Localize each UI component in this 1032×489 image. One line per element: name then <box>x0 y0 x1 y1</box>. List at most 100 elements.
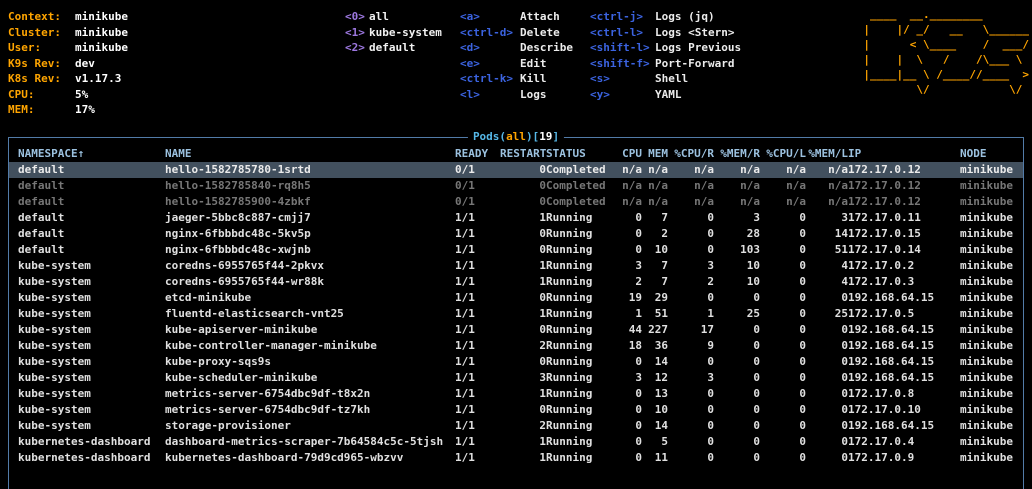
menu-item[interactable]: <shift-f> Port-Forward <box>590 56 741 72</box>
table-row[interactable]: default nginx-6fbbbdc48c-xwjnb 1/1 0 Running… <box>9 242 1023 258</box>
menu-item[interactable]: <a> Attach <box>460 9 573 25</box>
table-row[interactable]: kube-system kube-apiserver-minikube 1/1 0 Ru… <box>9 322 1023 338</box>
table-cell: 19 <box>628 291 642 304</box>
table-cell: 0 <box>539 195 546 208</box>
table-row[interactable]: default jaeger-5bbc8c887-cmjj7 1/1 1 Running… <box>9 210 1023 226</box>
column-header-mem: MEM <box>648 147 668 160</box>
table-cell: 44 <box>628 323 642 336</box>
menu-item[interactable]: <d> Describe <box>460 40 573 56</box>
table-cell: 3 <box>707 371 714 384</box>
table-cell: kube-controller-manager-minikube <box>165 339 377 352</box>
table-cell: Running <box>546 339 593 352</box>
table-cell: 0 <box>539 323 546 336</box>
hotkey-label: default <box>369 41 416 54</box>
namespace-hotkey[interactable]: <2> default <box>345 40 442 56</box>
table-cell: minikube <box>960 307 1013 320</box>
table-cell: 1/1 <box>455 435 475 448</box>
menu-label: Logs <box>520 87 547 101</box>
hotkey-key: <1> <box>345 25 365 39</box>
table-row[interactable]: kubernetes-dashboard kubernetes-dashboard… <box>9 450 1023 466</box>
menu-item[interactable]: <ctrl-j> Logs (jq) <box>590 9 741 25</box>
table-cell: kube-system <box>18 419 91 432</box>
table-cell: 103 <box>740 243 760 256</box>
table-cell: 1/1 <box>455 307 475 320</box>
table-row[interactable]: kube-system etcd-minikube 1/1 0 Running 19 29 0… <box>9 290 1023 306</box>
menu-item[interactable]: <l> Logs <box>460 87 573 103</box>
table-cell: kubernetes-dashboard <box>18 451 151 464</box>
info-label: Cluster: <box>8 25 61 39</box>
table-cell: 28 <box>746 227 760 240</box>
menu-item[interactable]: <shift-l> Logs Previous <box>590 40 741 56</box>
table-row[interactable]: kube-system storage-provisioner 1/1 2 Runnin… <box>9 418 1023 434</box>
table-cell: Completed <box>546 179 606 192</box>
table-cell: 0 <box>841 355 848 368</box>
table-cell: Running <box>546 451 593 464</box>
menu-label: Logs Previous <box>655 41 742 54</box>
menu-item[interactable]: <ctrl-l> Logs <Stern> <box>590 25 741 41</box>
table-cell: n/a <box>622 179 642 192</box>
table-cell: Running <box>546 275 593 288</box>
table-cell: 0 <box>539 163 546 176</box>
table-cell: n/a <box>694 195 714 208</box>
table-cell: 1/1 <box>455 243 475 256</box>
table-row[interactable]: default nginx-6fbbbdc48c-5kv5p 1/1 0 Running… <box>9 226 1023 242</box>
menu-key: <y> <box>590 87 610 101</box>
table-row[interactable]: kube-system fluentd-elasticsearch-vnt25 1/… <box>9 306 1023 322</box>
table-cell: minikube <box>960 243 1013 256</box>
table-cell: 9 <box>707 339 714 352</box>
table-cell: n/a <box>648 195 668 208</box>
menu-label: Logs <Stern> <box>655 25 735 39</box>
table-cell: 7 <box>661 275 668 288</box>
menu-item[interactable]: <y> YAML <box>590 87 741 103</box>
table-cell: 1/1 <box>455 291 475 304</box>
table-cell: coredns-6955765f44-2pkvx <box>165 259 324 272</box>
table-row[interactable]: kube-system kube-controller-manager-minik… <box>9 338 1023 354</box>
namespace-hotkey[interactable]: <0> all <box>345 9 442 25</box>
table-row[interactable]: kube-system coredns-6955765f44-2pkvx 1/1 1 R… <box>9 258 1023 274</box>
menu-label: Delete <box>520 25 560 39</box>
table-row[interactable]: kube-system metrics-server-6754dbc9df-t8x… <box>9 386 1023 402</box>
table-cell: 2 <box>707 275 714 288</box>
table-cell: 0 <box>799 339 806 352</box>
table-row[interactable]: kube-system coredns-6955765f44-wr88k 1/1 1 R… <box>9 274 1023 290</box>
namespace-hotkey[interactable]: <1> kube-system <box>345 25 442 41</box>
menu-item[interactable]: <ctrl-d> Delete <box>460 25 573 41</box>
table-cell: 192.168.64.15 <box>848 371 935 384</box>
table-cell: hello-1582785900-4zbkf <box>165 195 311 208</box>
table-cell: 0 <box>799 227 806 240</box>
table-title-count: 19 <box>539 130 553 143</box>
menu-item[interactable]: <e> Edit <box>460 56 573 72</box>
table-cell: 0 <box>707 387 714 400</box>
menu-key: <shift-f> <box>590 56 650 70</box>
table-cell: default <box>18 227 65 240</box>
table-cell: Running <box>546 227 593 240</box>
table-row[interactable]: kube-system kube-scheduler-minikube 1/1 3 Ru… <box>9 370 1023 386</box>
table-row[interactable]: default hello-1582785780-1srtd 0/1 0 Complet… <box>9 162 1023 178</box>
k9s-logo: ____ __.________ | |/ _/ __ \______ | < … <box>863 8 1029 96</box>
table-cell: 0 <box>753 451 760 464</box>
table-cell: 10 <box>654 403 668 416</box>
info-label: Context: <box>8 10 61 23</box>
table-cell: 0 <box>841 403 848 416</box>
table-cell: 0 <box>539 355 546 368</box>
table-cell: 3 <box>635 259 642 272</box>
table-row[interactable]: kube-system kube-proxy-sqs9s 1/1 0 Running 0 1… <box>9 354 1023 370</box>
table-cell: n/a <box>828 195 848 208</box>
pods-table-title: Pods(all)[19] <box>467 129 565 145</box>
info-value: v1.17.3 <box>75 72 122 85</box>
table-cell: n/a <box>648 179 668 192</box>
cluster-info-row: MEM: 17% <box>8 102 128 118</box>
table-row[interactable]: kubernetes-dashboard dashboard-metrics-sc… <box>9 434 1023 450</box>
table-row[interactable]: default hello-1582785900-4zbkf 0/1 0 Complet… <box>9 194 1023 210</box>
menu-item[interactable]: <s> Shell <box>590 71 741 87</box>
table-cell: 0 <box>799 371 806 384</box>
menu-shortcuts-1: <a> Attach <ctrl-d> Delete <d> Describe <e> Edi… <box>460 9 573 102</box>
table-row[interactable]: default hello-1582785840-rq8h5 0/1 0 Complet… <box>9 178 1023 194</box>
table-row[interactable]: kube-system metrics-server-6754dbc9df-tz7… <box>9 402 1023 418</box>
menu-item[interactable]: <ctrl-k> Kill <box>460 71 573 87</box>
table-cell: 1/1 <box>455 419 475 432</box>
table-cell: n/a <box>622 163 642 176</box>
table-cell: 0 <box>841 291 848 304</box>
table-cell: 0 <box>635 211 642 224</box>
table-cell: 36 <box>654 339 668 352</box>
